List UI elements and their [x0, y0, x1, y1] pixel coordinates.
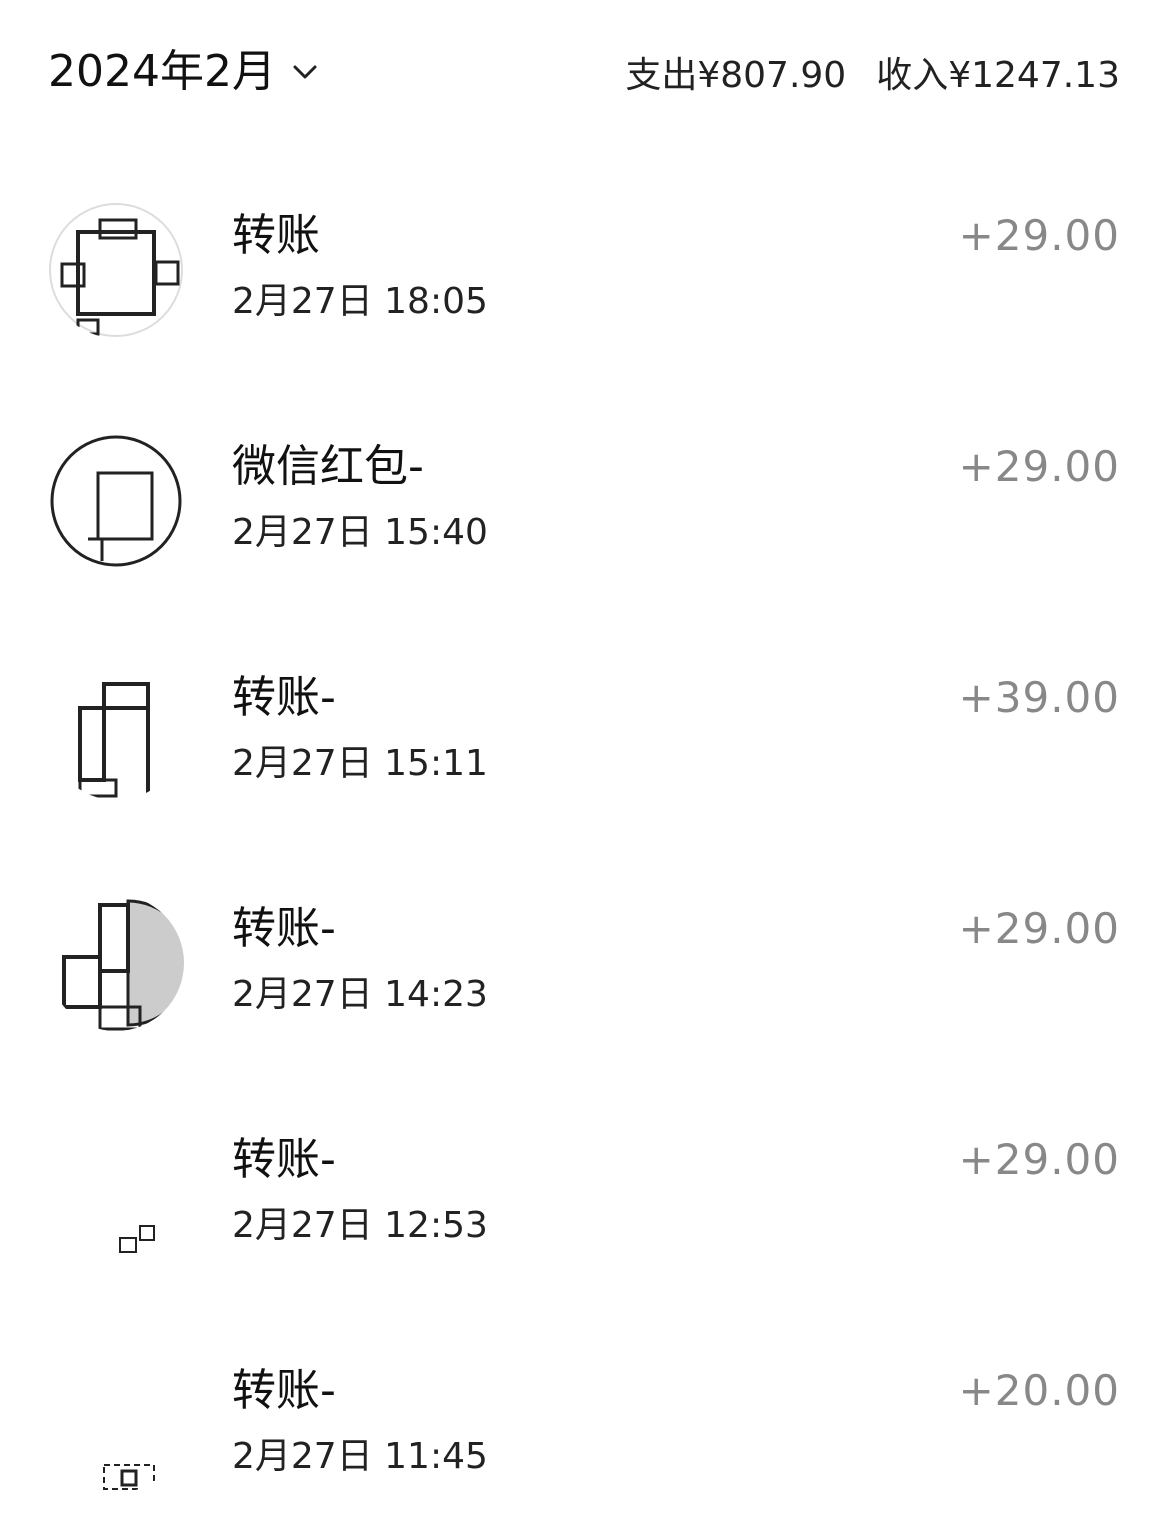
transaction-row[interactable]: 转账- 2月27日 12:53 +29.00: [0, 1074, 1168, 1305]
avatar: [48, 433, 184, 569]
transaction-title: 微信红包-: [232, 441, 424, 492]
transaction-row[interactable]: 微信红包- 2月27日 15:40 +29.00: [0, 381, 1168, 612]
transaction-row[interactable]: 转账- 2月27日 11:45 +20.00: [0, 1305, 1168, 1536]
transaction-amount: +29.00: [958, 904, 1120, 953]
transaction-title: 转账-: [232, 1134, 336, 1185]
avatar: [48, 1126, 184, 1262]
month-header: 2024年2月 支出¥807.90 收入¥1247.13: [0, 0, 1168, 150]
transaction-time: 2月27日 12:53: [232, 1205, 488, 1246]
avatar: [48, 202, 184, 338]
transaction-row[interactable]: 转账- 2月27日 14:23 +29.00: [0, 843, 1168, 1074]
avatar: [48, 895, 184, 1031]
transaction-row[interactable]: 转账- 2月27日 15:11 +39.00: [0, 612, 1168, 843]
transaction-amount: +20.00: [958, 1366, 1120, 1415]
transaction-time: 2月27日 15:40: [232, 512, 488, 553]
transaction-time: 2月27日 18:05: [232, 281, 488, 322]
transaction-amount: +39.00: [958, 673, 1120, 722]
transaction-time: 2月27日 11:45: [232, 1436, 488, 1477]
avatar: [48, 664, 184, 800]
transaction-time: 2月27日 15:11: [232, 743, 488, 784]
income-total: 收入¥1247.13: [876, 55, 1120, 96]
transaction-amount: +29.00: [958, 211, 1120, 260]
month-summary: 支出¥807.90 收入¥1247.13: [625, 40, 1120, 104]
transaction-title: 转账: [232, 210, 320, 261]
expense-total: 支出¥807.90: [625, 55, 847, 96]
transaction-title: 转账-: [232, 672, 336, 723]
transaction-time: 2月27日 14:23: [232, 974, 488, 1015]
transaction-title: 转账-: [232, 1365, 336, 1416]
month-label: 2024年2月: [48, 46, 276, 97]
transaction-row[interactable]: 转账 2月27日 18:05 +29.00: [0, 150, 1168, 381]
avatar: [48, 1357, 184, 1493]
transaction-amount: +29.00: [958, 1135, 1120, 1184]
transaction-title: 转账-: [232, 903, 336, 954]
month-picker[interactable]: 2024年2月: [48, 40, 320, 104]
bill-list-page: 2024年2月 支出¥807.90 收入¥1247.13 转账 2月27日 18…: [0, 0, 1168, 1536]
transaction-amount: +29.00: [958, 442, 1120, 491]
chevron-down-icon: [290, 57, 320, 87]
